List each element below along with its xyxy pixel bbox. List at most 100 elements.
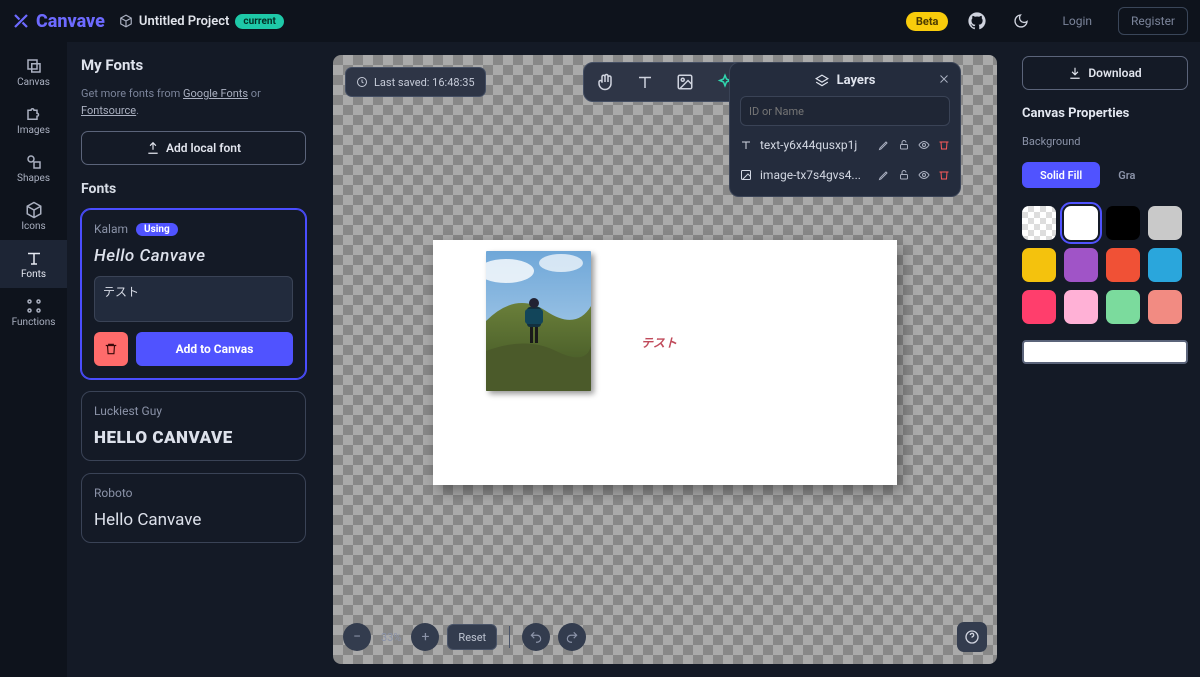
clock-icon [356, 76, 368, 88]
add-local-font-button[interactable]: Add local font [81, 131, 306, 165]
layer-delete[interactable] [938, 139, 950, 151]
swatch-yellow[interactable] [1022, 248, 1056, 282]
tool-image[interactable] [674, 71, 696, 93]
rail-fonts-label: Fonts [21, 269, 46, 280]
font-card-kalam[interactable]: Kalam Using Hello Canvave Add to Canvas [81, 209, 306, 379]
layer-row[interactable]: text-y6x44qusxp1j [740, 134, 950, 156]
redo-icon [565, 630, 579, 644]
undo-button[interactable] [522, 623, 550, 651]
canvas-area: Last saved: 16:48:35 Layers text-y6x44 [320, 42, 1010, 677]
download-button[interactable]: Download [1022, 56, 1188, 90]
fonts-panel-hint: Get more fonts from Google Fonts or Font… [81, 86, 306, 119]
rail-shapes[interactable]: Shapes [0, 144, 67, 192]
tool-text[interactable] [634, 71, 656, 93]
register-button[interactable]: Register [1118, 7, 1188, 35]
redo-button[interactable] [558, 623, 586, 651]
layer-lock[interactable] [898, 169, 910, 181]
help-button[interactable] [957, 622, 987, 652]
rail-canvas[interactable]: Canvas [0, 48, 67, 96]
layer-edit[interactable] [878, 139, 890, 151]
rail-fonts[interactable]: Fonts [0, 240, 67, 288]
layers-close[interactable] [938, 73, 950, 85]
zoom-out[interactable]: − [343, 623, 371, 651]
separator [509, 626, 510, 648]
last-saved-pill: Last saved: 16:48:35 [345, 67, 486, 97]
tab-solid-fill[interactable]: Solid Fill [1022, 162, 1100, 188]
hand-icon [596, 73, 614, 91]
cube-icon [119, 14, 133, 28]
github-icon [968, 12, 986, 30]
download-icon [1068, 66, 1082, 80]
hint-post: . [136, 104, 139, 117]
layer-row[interactable]: image-tx7s4gvs4... [740, 164, 950, 186]
font-sample-input[interactable] [94, 276, 293, 322]
font-sample-roboto: Hello Canvave [94, 510, 293, 530]
add-to-canvas-button[interactable]: Add to Canvas [136, 332, 293, 366]
artboard[interactable]: テスト [433, 240, 897, 485]
artboard-text[interactable]: テスト [641, 334, 677, 351]
zoom-level: 33% [379, 631, 403, 644]
fill-tabs: Solid Fill Gra [1022, 162, 1188, 188]
beta-badge: Beta [906, 12, 949, 31]
rail-functions[interactable]: Functions [0, 288, 67, 336]
tab-gradient[interactable]: Gra [1100, 162, 1135, 188]
swatch-transparent[interactable] [1022, 206, 1056, 240]
swatch-grey[interactable] [1148, 206, 1182, 240]
shapes-icon [25, 153, 43, 171]
grid-icon [25, 297, 43, 315]
workspace[interactable]: Last saved: 16:48:35 Layers text-y6x44 [333, 55, 997, 664]
fonts-panel-title: My Fonts [81, 56, 306, 74]
zoom-in[interactable]: + [411, 623, 439, 651]
font-sample-luckiest: HELLO CANVAVE [94, 428, 293, 448]
login-button[interactable]: Login [1050, 7, 1104, 35]
hint-mid: or [248, 87, 261, 100]
lock-open-icon [898, 169, 910, 181]
bottom-bar: − 33% + Reset [343, 620, 987, 654]
layer-edit[interactable] [878, 169, 890, 181]
swatch-salmon[interactable] [1148, 290, 1182, 324]
swatch-black[interactable] [1106, 206, 1140, 240]
swatch-purple[interactable] [1064, 248, 1098, 282]
font-card-roboto[interactable]: Roboto Hello Canvave [81, 473, 306, 543]
reset-zoom[interactable]: Reset [447, 624, 497, 650]
layer-visible[interactable] [918, 139, 930, 151]
layers-title: Layers [837, 73, 876, 88]
upload-icon [146, 141, 160, 155]
project-chip[interactable]: Untitled Project current [119, 14, 284, 29]
google-fonts-link[interactable]: Google Fonts [183, 87, 248, 100]
swatch-pink[interactable] [1022, 290, 1056, 324]
logo-icon [12, 12, 30, 30]
swatch-lightpink[interactable] [1064, 290, 1098, 324]
tool-pan[interactable] [594, 71, 616, 93]
rail-icons[interactable]: Icons [0, 192, 67, 240]
current-color-bar[interactable] [1022, 340, 1188, 364]
moon-icon [1013, 13, 1029, 29]
fonts-panel: My Fonts Get more fonts from Google Font… [67, 42, 320, 677]
trash-icon [938, 139, 950, 151]
font-sample-kalam: Hello Canvave [94, 246, 293, 266]
swatch-blue[interactable] [1148, 248, 1182, 282]
layer-delete[interactable] [938, 169, 950, 181]
swatch-red[interactable] [1106, 248, 1140, 282]
font-card-luckiest[interactable]: Luckiest Guy HELLO CANVAVE [81, 391, 306, 461]
help-icon [964, 629, 980, 645]
brand-logo[interactable]: Canvave [12, 11, 105, 32]
swatch-green[interactable] [1106, 290, 1140, 324]
font-card-actions: Add to Canvas [94, 332, 293, 366]
eye-icon [918, 139, 930, 151]
fontsource-link[interactable]: Fontsource [81, 104, 136, 117]
rail-images[interactable]: Images [0, 96, 67, 144]
app-header: Canvave Untitled Project current Beta Lo… [0, 0, 1200, 42]
font-name-roboto: Roboto [94, 486, 132, 500]
artboard-image[interactable] [486, 251, 591, 391]
layer-visible[interactable] [918, 169, 930, 181]
canvas-icon [25, 57, 43, 75]
github-link[interactable] [962, 6, 992, 36]
project-title: Untitled Project [139, 14, 230, 29]
delete-font-button[interactable] [94, 332, 128, 366]
swatch-white[interactable] [1064, 206, 1098, 240]
theme-toggle[interactable] [1006, 6, 1036, 36]
canvas-props-title: Canvas Properties [1022, 106, 1188, 121]
layer-lock[interactable] [898, 139, 910, 151]
layers-search[interactable] [740, 96, 950, 126]
